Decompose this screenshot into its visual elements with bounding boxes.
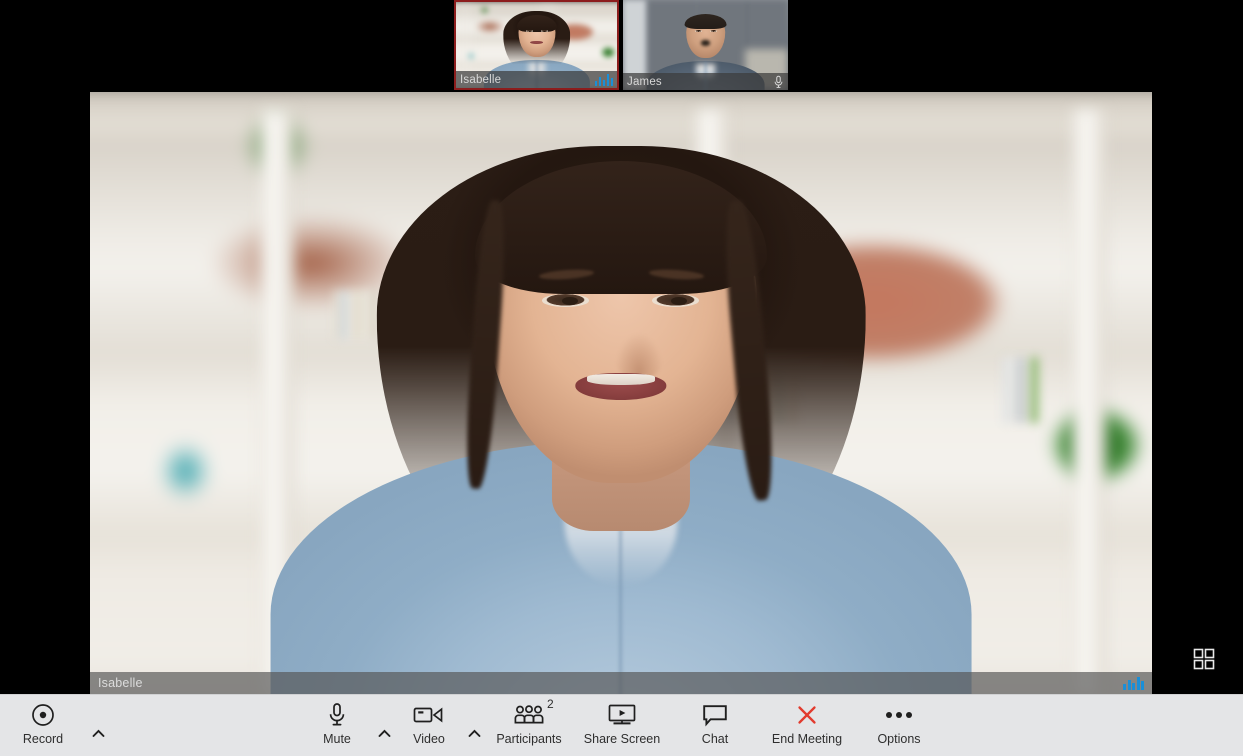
ellipsis-icon (882, 701, 916, 729)
participants-label: Participants (496, 732, 562, 746)
grid-view-icon[interactable] (1189, 644, 1219, 674)
record-icon (30, 701, 56, 729)
audio-level-icon (594, 73, 613, 86)
record-options-caret[interactable] (90, 723, 106, 743)
audio-level-icon (1123, 676, 1144, 690)
participant-thumbnail-strip: Isabelle James (454, 0, 789, 90)
thumbnail-james[interactable]: James (623, 0, 788, 90)
share-screen-label: Share Screen (583, 732, 661, 746)
thumbnail-name-james: James (627, 75, 662, 88)
video-button[interactable]: Video (401, 695, 457, 756)
microphone-muted-icon (773, 75, 784, 89)
options-label: Options (877, 732, 921, 746)
video-options-caret[interactable] (466, 723, 482, 743)
chat-button[interactable]: Chat (691, 695, 739, 756)
thumbnail-namebar-isabelle: Isabelle (456, 71, 617, 88)
participants-icon: 2 (512, 697, 554, 729)
mute-options-caret[interactable] (376, 723, 392, 743)
record-label: Record (22, 732, 64, 746)
microphone-icon (327, 701, 347, 729)
close-x-icon (795, 701, 819, 729)
meeting-toolbar: Record Mute Video 2 Participants Share S… (0, 694, 1243, 756)
share-screen-button[interactable]: Share Screen (572, 695, 672, 756)
mute-button[interactable]: Mute (310, 695, 364, 756)
main-video-stage[interactable]: Isabelle (90, 92, 1152, 694)
thumbnail-name-isabelle: Isabelle (460, 73, 502, 86)
chat-bubble-icon (701, 701, 729, 729)
participants-count-badge: 2 (547, 697, 554, 711)
options-button[interactable]: Options (866, 695, 932, 756)
main-video-scene (90, 92, 1152, 694)
mute-label: Mute (323, 732, 351, 746)
thumbnail-namebar-james: James (623, 73, 788, 90)
chat-label: Chat (701, 732, 729, 746)
video-label: Video (413, 732, 445, 746)
participants-button[interactable]: 2 Participants (485, 695, 573, 756)
end-meeting-label: End Meeting (771, 732, 843, 746)
end-meeting-button[interactable]: End Meeting (758, 695, 856, 756)
speaker-figure (90, 92, 1152, 694)
main-video-namebar: Isabelle (90, 672, 1152, 694)
record-button[interactable]: Record (14, 695, 72, 756)
share-screen-icon (606, 701, 638, 729)
video-camera-icon (413, 701, 445, 729)
main-video-name: Isabelle (98, 676, 143, 690)
meeting-window: Isabelle James Isabelle Record Mute Vide… (0, 0, 1243, 756)
thumbnail-isabelle[interactable]: Isabelle (454, 0, 619, 90)
